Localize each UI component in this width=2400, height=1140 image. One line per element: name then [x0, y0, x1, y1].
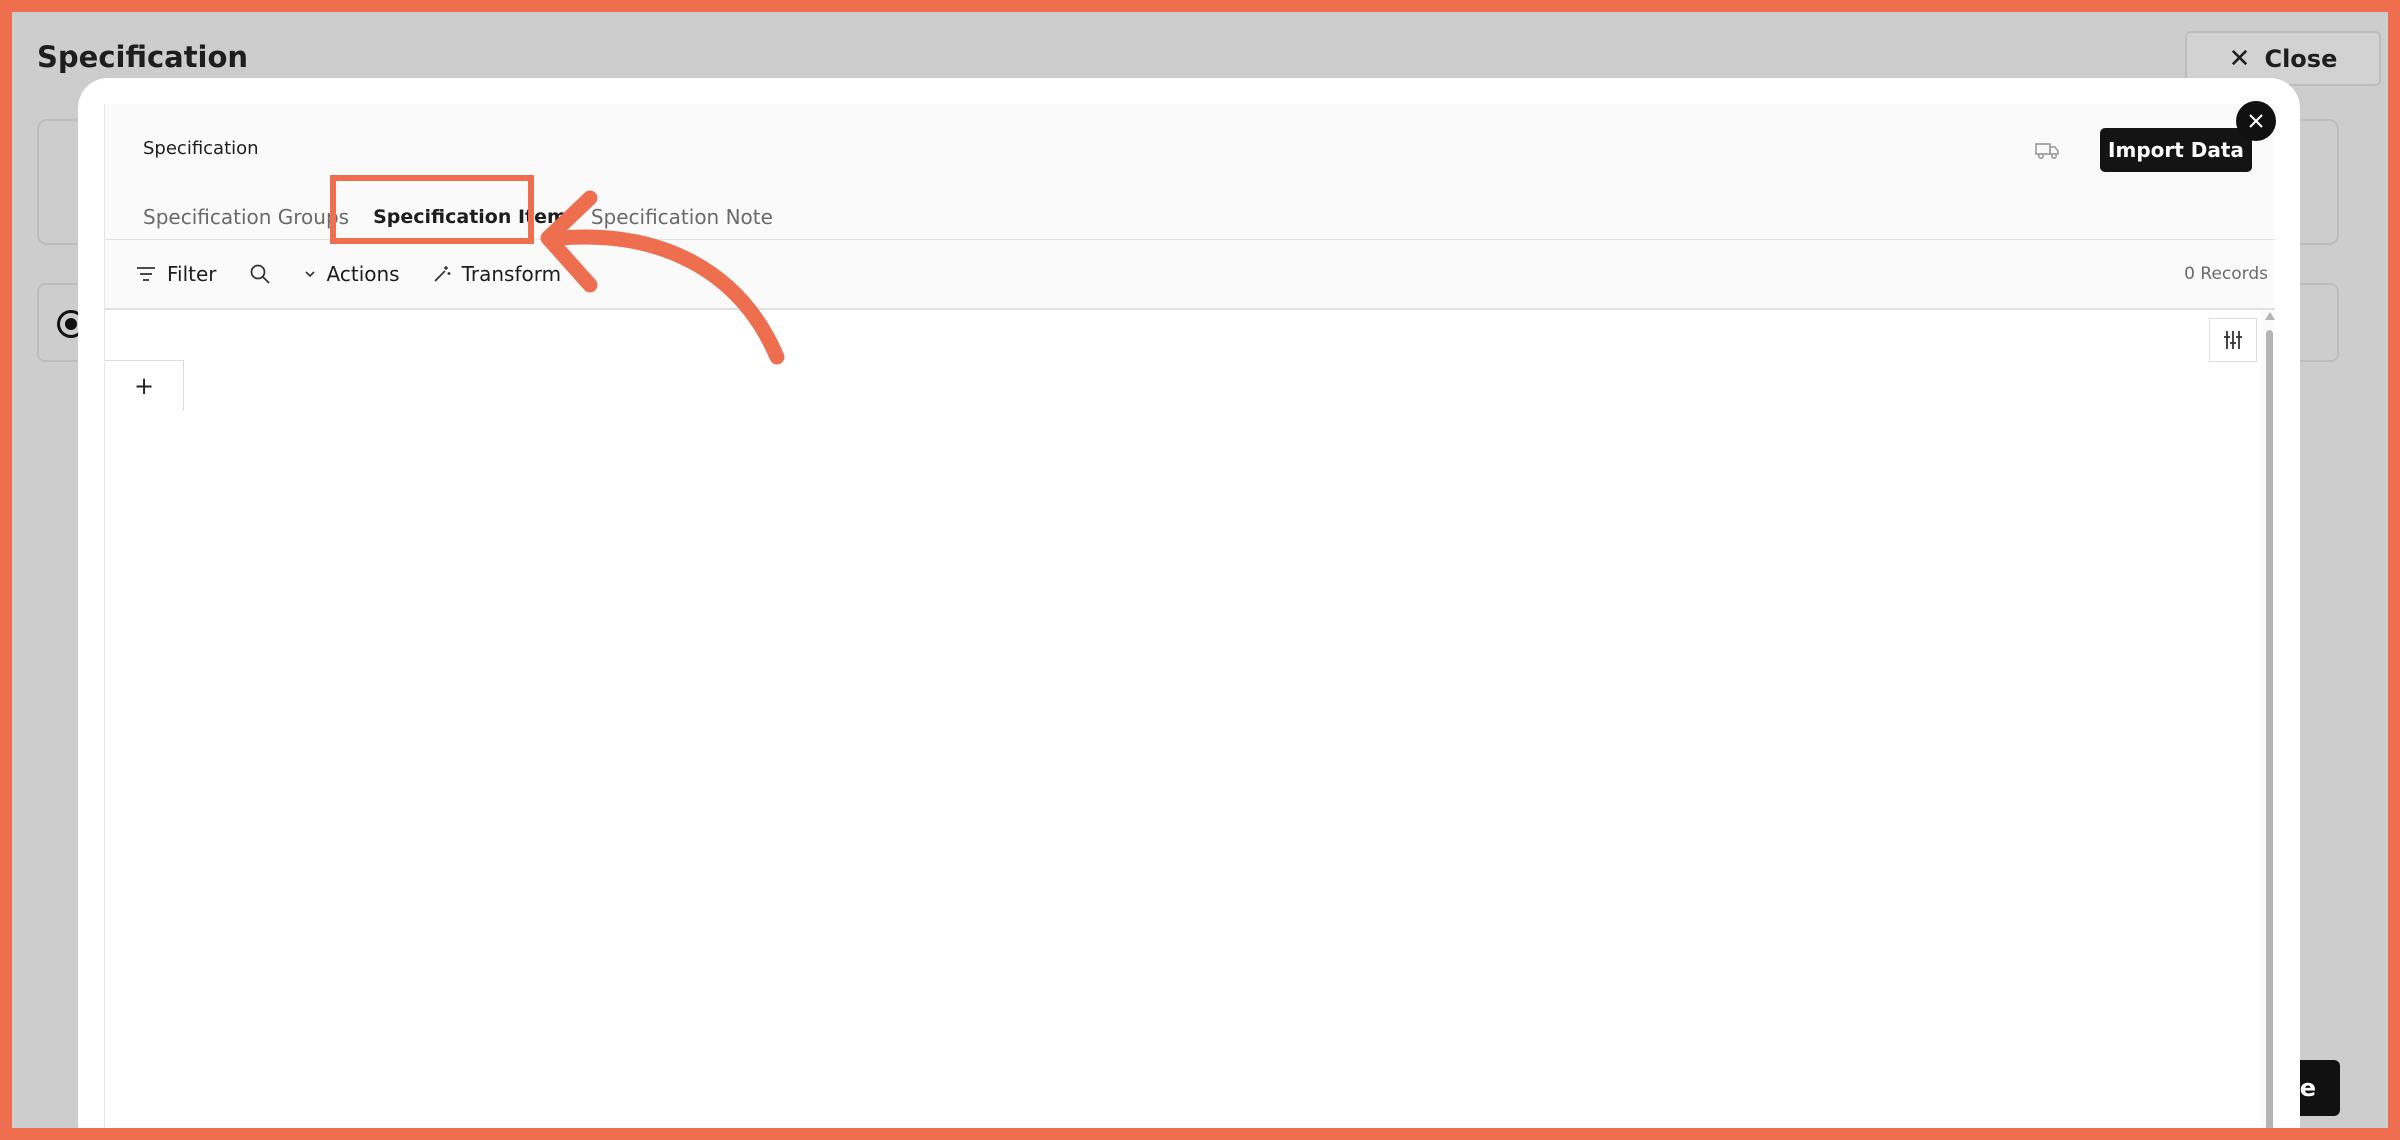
frame-edge [2389, 0, 2400, 1140]
modal-close-button[interactable] [2236, 101, 2276, 141]
import-data-button[interactable]: Import Data [2100, 128, 2252, 172]
tab-specification-item[interactable]: Specification Item [361, 192, 579, 242]
vertical-scrollbar[interactable] [2265, 304, 2275, 1140]
close-icon [2249, 114, 2263, 128]
modal-title: Specification [143, 138, 259, 159]
tabs-divider [105, 239, 2275, 240]
transform-button[interactable]: Transform [432, 262, 561, 286]
search-icon [250, 264, 270, 284]
specification-modal: Specification Import Data Specification … [78, 78, 2300, 1140]
filter-button[interactable]: Filter [135, 262, 217, 286]
scroll-up-icon[interactable] [2265, 312, 2275, 320]
background-save-label: e [2299, 1074, 2316, 1102]
grid-settings-button[interactable] [2209, 318, 2257, 362]
search-button[interactable] [249, 263, 271, 285]
magic-wand-icon [433, 266, 451, 282]
tab-specification-note[interactable]: Specification Note [579, 192, 785, 242]
tab-bar: Specification Groups Specification Item … [131, 192, 785, 242]
modal-content: Specification Import Data Specification … [104, 104, 2275, 1140]
add-column-button[interactable]: + [105, 360, 184, 411]
tab-specification-groups[interactable]: Specification Groups [131, 192, 361, 242]
close-icon: ✕ [2228, 43, 2251, 74]
toolbar: Filter Actions Transform [135, 254, 593, 294]
sliders-icon [2224, 331, 2242, 349]
records-count: 0 Records [2184, 264, 2268, 284]
chevron-down-icon [304, 271, 315, 278]
actions-label: Actions [326, 262, 400, 286]
transform-label: Transform [461, 262, 562, 286]
actions-dropdown[interactable]: Actions [303, 262, 400, 286]
page-close-label: Close [2264, 44, 2338, 73]
truck-icon[interactable] [2034, 139, 2060, 161]
scroll-thumb[interactable] [2266, 330, 2273, 1140]
page-title: Specification [37, 40, 249, 74]
data-grid: + [105, 310, 2261, 1140]
filter-icon [137, 267, 155, 281]
filter-label: Filter [167, 262, 217, 286]
